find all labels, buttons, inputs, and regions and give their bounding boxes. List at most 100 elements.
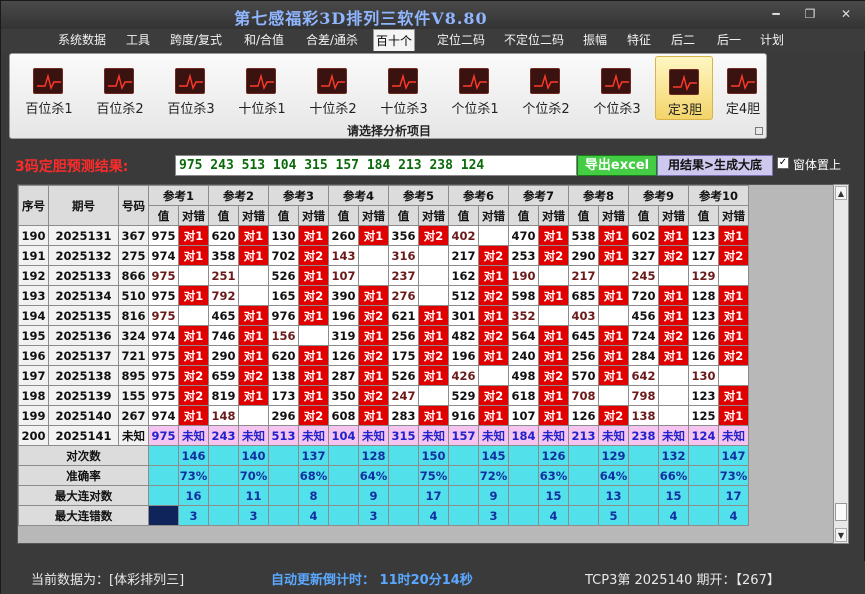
- menu-item[interactable]: 工具: [124, 31, 152, 49]
- expand-icon[interactable]: [755, 127, 763, 135]
- subheader-hit: 对错: [538, 205, 569, 226]
- ribbon-caption: 请选择分析项目: [346, 124, 431, 138]
- row-number: 324: [118, 325, 149, 346]
- generate-button[interactable]: 用结果>生成大底: [657, 155, 773, 176]
- cell-value: 138: [268, 365, 299, 386]
- minimize-button[interactable]: ━: [767, 7, 785, 21]
- cell-hit: 对1: [478, 405, 509, 426]
- menu-item[interactable]: 后二: [669, 31, 697, 49]
- subheader-hit: 对错: [418, 205, 449, 226]
- cell-value: 403: [568, 305, 599, 326]
- cell-hit: 对2: [298, 245, 329, 266]
- table-row[interactable]: 192 2025133 866 975 251 526 对1 107 237 162 对1 190 21…: [18, 265, 749, 286]
- stats-spacer: [508, 505, 539, 526]
- scroll-down-icon[interactable]: ▼: [835, 528, 847, 542]
- table-row[interactable]: 194 2025135 816 975 465 对1 976 对1 196 对2 621 对1 301 对…: [18, 305, 749, 326]
- table-row[interactable]: 199 2025140 267 974 对1 148 296 对2 608 对1 283 对1 916 对…: [18, 405, 749, 426]
- table-row[interactable]: 196 2025137 721 975 对1 290 对1 620 对1 126 对2 175 对2 19…: [18, 345, 749, 366]
- cell-hit: [358, 265, 389, 286]
- ribbon-button[interactable]: 百位杀1: [20, 56, 78, 120]
- chart-icon: [33, 68, 63, 94]
- cell-value: 645: [568, 325, 599, 346]
- cell-hit: 对1: [358, 405, 389, 426]
- ribbon-button[interactable]: 百位杀3: [162, 56, 220, 120]
- menu-item[interactable]: 定位二码: [433, 31, 489, 49]
- cell-hit: 对2: [718, 245, 749, 266]
- close-button[interactable]: ✕: [837, 7, 855, 21]
- restore-button[interactable]: ❐: [801, 7, 819, 21]
- ribbon-button[interactable]: 定3胆: [655, 56, 713, 120]
- cell-hit: 未知: [358, 425, 389, 446]
- cell-value: 129: [688, 265, 719, 286]
- table-row[interactable]: 191 2025132 275 974 对1 358 对1 702 对2 143 316 217 对2 2…: [18, 245, 749, 266]
- table-row[interactable]: 190 2025131 367 975 对1 620 对1 130 对1 260 对1 356 对2 40…: [18, 225, 749, 246]
- ribbon-button[interactable]: 十位杀1: [233, 56, 291, 120]
- result-field[interactable]: 975 243 513 104 315 157 184 213 238 124: [175, 155, 577, 176]
- stats-spacer: [208, 465, 239, 486]
- ribbon-button[interactable]: 十位杀2: [304, 56, 362, 120]
- menu-item[interactable]: 振幅: [581, 31, 609, 49]
- cell-value: 975: [148, 285, 179, 306]
- stats-spacer: [388, 505, 419, 526]
- menu-item[interactable]: 特征: [625, 31, 653, 49]
- menu-item[interactable]: 不定位二码: [501, 31, 567, 49]
- menu-item[interactable]: 系统数据: [56, 31, 108, 49]
- ribbon-button[interactable]: 个位杀3: [588, 56, 646, 120]
- vertical-scrollbar[interactable]: ▲ ▼: [833, 184, 849, 544]
- menu-item[interactable]: 合差/通杀: [303, 31, 361, 49]
- subheader-value: 值: [448, 205, 479, 226]
- menu-item[interactable]: 后一: [715, 31, 743, 49]
- menu-item[interactable]: 百十个: [373, 29, 415, 51]
- title-bar[interactable]: 第七感福彩3D排列三软件V8.80 ━ ❐ ✕: [1, 1, 865, 29]
- menu-item[interactable]: 和/合值: [241, 31, 287, 49]
- pin-checkbox[interactable]: ✓: [777, 157, 789, 169]
- ribbon-button[interactable]: 十位杀3: [375, 56, 433, 120]
- cell-value: 276: [388, 285, 419, 306]
- ribbon-button[interactable]: 个位杀1: [446, 56, 504, 120]
- cell-value: 196: [448, 345, 479, 366]
- cell-hit: 对1: [658, 225, 689, 246]
- cell-value: 526: [388, 365, 419, 386]
- scroll-thumb[interactable]: [835, 503, 847, 521]
- ribbon-button[interactable]: 定4胆: [714, 56, 770, 120]
- stats-spacer: [628, 465, 659, 486]
- row-serial: 191: [18, 245, 49, 266]
- cell-value: 173: [268, 385, 299, 406]
- cell-value: 126: [328, 345, 359, 366]
- cell-hit: 对2: [478, 325, 509, 346]
- cell-value: 916: [448, 405, 479, 426]
- export-excel-button[interactable]: 导出excel: [577, 155, 657, 176]
- cell-hit: 对1: [598, 345, 629, 366]
- cell-value: 107: [508, 405, 539, 426]
- menu-item[interactable]: 跨度/复式: [167, 31, 225, 49]
- cell-hit: 对2: [178, 365, 209, 386]
- cell-value: 975: [148, 225, 179, 246]
- table-row[interactable]: 193 2025134 510 975 对1 792 165 对2 390 对1 276 512 对2 5…: [18, 285, 749, 306]
- stats-spacer: [208, 505, 239, 526]
- cell-value: 975: [148, 385, 179, 406]
- menu-item[interactable]: 计划: [758, 31, 786, 49]
- table-row[interactable]: 197 2025138 895 975 对2 659 对2 138 对1 287 对1 526 对1 42…: [18, 365, 749, 386]
- cell-hit: 对2: [538, 365, 569, 386]
- chart-icon: [317, 68, 347, 94]
- stats-spacer: [388, 465, 419, 486]
- stats-row: 最大连对数 16 11 8 9 17 9 15 13 15 17: [18, 485, 749, 506]
- row-serial: 197: [18, 365, 49, 386]
- cell-hit: 对1: [358, 365, 389, 386]
- ribbon-button[interactable]: 百位杀2: [91, 56, 149, 120]
- stats-value: 64%: [598, 465, 629, 486]
- cell-hit: [598, 305, 629, 326]
- cell-value: 301: [448, 305, 479, 326]
- table-row[interactable]: 198 2025139 155 975 对2 819 对1 173 对1 350 对2 247 529 对…: [18, 385, 749, 406]
- cell-hit: 对1: [238, 225, 269, 246]
- scroll-up-icon[interactable]: ▲: [835, 186, 847, 200]
- table-row[interactable]: 195 2025136 324 974 对1 746 对1 156 319 对1 256 对1 482 对…: [18, 325, 749, 346]
- stats-value: 73%: [718, 465, 749, 486]
- ribbon-panel: 请选择分析项目 百位杀1 百位杀2 百位杀3 十位杀1 十位杀2 十位杀3 个位杀1 个位杀2…: [9, 53, 767, 139]
- ribbon-button[interactable]: 个位杀2: [517, 56, 575, 120]
- row-issue: 2025137: [48, 345, 119, 366]
- row-issue: 2025131: [48, 225, 119, 246]
- pin-label: 窗体置上: [793, 158, 842, 172]
- table-row[interactable]: 200 2025141 未知 975 未知 243 未知 513 未知 104 未知 315 未知 157…: [18, 425, 749, 446]
- stats-spacer: [328, 485, 359, 506]
